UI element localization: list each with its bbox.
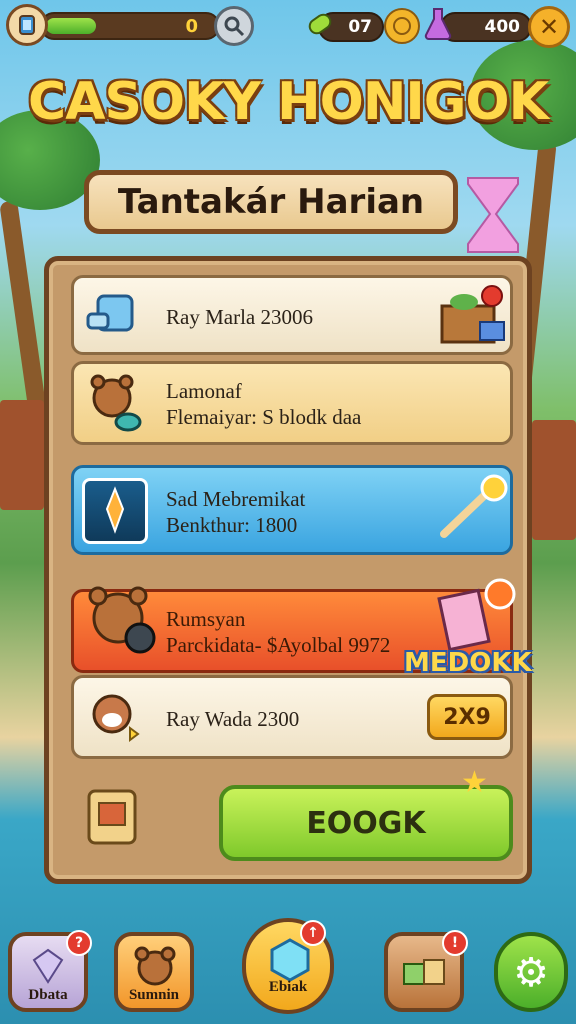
gear-icon: ⚙ <box>513 950 549 996</box>
search-icon <box>224 16 245 37</box>
hut <box>532 420 576 540</box>
game-title: CASOKY HONIGOK <box>28 72 549 132</box>
gem-icon <box>32 948 64 984</box>
nav-label: Sumnin <box>128 987 180 1003</box>
daily-rewards-panel: Ray Marla 23006 Lamonaf Flemaiyar: S blo… <box>44 256 532 884</box>
settings-button[interactable]: ⚙ <box>494 932 568 1012</box>
close-button[interactable]: ✕ <box>528 6 570 48</box>
hourglass-icon <box>467 177 519 253</box>
reward-text: Parckidata- $Ayolbal 9972 <box>166 633 391 657</box>
profile-button[interactable] <box>6 4 48 46</box>
nav-home-button[interactable]: Ebiak ↑ <box>242 918 334 1014</box>
treasure-chest-icon <box>87 789 137 845</box>
energy-value: 0 <box>185 16 198 37</box>
multiplier-value: 2X9 <box>443 704 491 730</box>
critter-icon <box>92 694 140 742</box>
crate-stack-icon <box>403 959 445 985</box>
reward-title: Sad Mebremikat <box>166 487 306 511</box>
notification-badge: ? <box>66 930 92 956</box>
hut <box>0 400 44 510</box>
reward-text: Flemaiyar: S blodk daa <box>166 405 362 429</box>
nav-inventory-button[interactable]: Dbata ? <box>8 930 92 1012</box>
subtitle-plate: Tantakár Harian <box>84 170 458 234</box>
crystal-card-icon <box>82 478 148 544</box>
crate-icon <box>440 285 505 344</box>
close-icon: ✕ <box>538 13 560 41</box>
coins-value: 400 <box>484 17 521 37</box>
reward-text: Benkthur: 1800 <box>166 513 298 537</box>
bear-camera-icon <box>88 586 156 654</box>
nav-label: Ebiak <box>268 979 308 995</box>
reward-title: Rumsyan <box>166 607 246 631</box>
flask-icon <box>420 6 456 42</box>
promo-tag: MEDOKK <box>404 648 532 678</box>
subtitle: Tantakár Harian <box>117 182 425 222</box>
reward-text: Ray Wada 2300 <box>166 707 300 731</box>
wand-icon <box>440 474 508 538</box>
nav-label: Dbata <box>28 987 68 1003</box>
energy-fill <box>46 18 96 34</box>
reward-title: Lamonaf <box>166 379 242 403</box>
gems-value: 07 <box>348 17 372 37</box>
search-button[interactable] <box>214 6 254 46</box>
claim-label: EOOGK <box>306 805 426 841</box>
gift-box-icon <box>437 578 516 652</box>
notification-badge: ! <box>442 930 468 956</box>
bear-icon <box>90 374 142 432</box>
top-bar: 0 07 400 ✕ <box>0 4 576 48</box>
bear-face-icon <box>134 946 176 986</box>
reward-row[interactable]: Lamonaf Flemaiyar: S blodk daa <box>71 361 513 445</box>
lantern-icon <box>19 15 35 35</box>
multiplier-badge[interactable]: 2X9 <box>427 694 507 740</box>
reward-row[interactable]: Ray Marla 23006 <box>71 275 513 355</box>
coin-icon <box>384 8 420 44</box>
nav-shop-button[interactable]: ! <box>384 930 468 1012</box>
reward-text: Ray Marla 23006 <box>166 305 313 329</box>
potion-icon <box>302 6 338 42</box>
nav-characters-button[interactable]: Sumnin <box>114 932 194 1012</box>
sparkle-icon: ★ <box>461 765 488 800</box>
sharpener-icon <box>86 294 134 332</box>
notification-badge: ↑ <box>300 920 326 946</box>
energy-bar: 0 <box>40 12 220 40</box>
reward-row-selected[interactable]: Sad Mebremikat Benkthur: 1800 <box>71 465 513 555</box>
